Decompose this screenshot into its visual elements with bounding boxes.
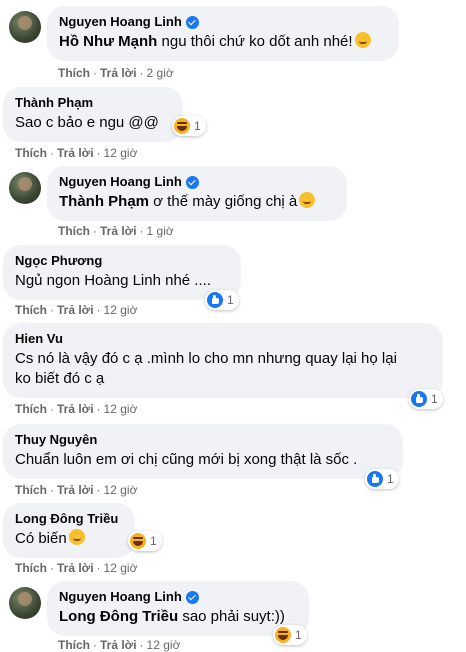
reply-link[interactable]: Trả lời [57,146,94,160]
comment-actions: Thích · Trả lời · 12 giờ [15,483,138,497]
like-link[interactable]: Thích [58,224,90,238]
reply-link[interactable]: Trả lời [100,638,137,652]
comment-bubble: Nguyen Hoang Linh Long Đông Triều sao ph… [47,581,309,636]
comment-text: Cs nó là vậy đó c ạ .mình lo cho mn nhưn… [15,350,397,367]
like-link[interactable]: Thích [15,146,47,160]
comment-text: Long Đông Triều sao phải suyt:)) [59,608,285,625]
comment-author[interactable]: Ngọc Phương [15,253,229,269]
like-link[interactable]: Thích [15,483,47,497]
comment-actions: Thích · Trả lời · 12 giờ [15,561,138,575]
comment-text: Chuẩn luôn em ơi chị cũng mới bị xong th… [15,451,358,468]
haha-reaction-icon [275,627,291,643]
comment-text: Ngủ ngon Hoàng Linh nhé .... [15,272,211,289]
comment-text: Hồ Như Mạnh ngu thôi chứ ko dốt anh nhé! [59,32,387,52]
mention-link[interactable]: Hồ Như Mạnh [59,33,157,50]
like-reaction-icon [411,391,427,407]
timestamp[interactable]: 12 giờ [104,483,138,497]
comment-actions: Thích · Trả lời · 2 giờ [58,66,174,80]
comment-bubble: Ngọc Phương Ngủ ngon Hoàng Linh nhé .... [3,245,241,300]
like-link[interactable]: Thích [15,561,47,575]
timestamp[interactable]: 2 giờ [147,66,174,80]
timestamp[interactable]: 12 giờ [104,303,138,317]
timestamp[interactable]: 12 giờ [147,638,181,652]
reply-link[interactable]: Trả lời [100,224,137,238]
timestamp[interactable]: 12 giờ [104,402,138,416]
mention-link[interactable]: Long Đông Triều [59,608,178,625]
comment-bubble: Thuy Nguyên Chuẩn luôn em ơi chị cũng mớ… [3,424,403,479]
comment-author[interactable]: Long Đông Triều [15,511,123,527]
comment-actions: Thích · Trả lời · 12 giờ [15,146,138,160]
like-link[interactable]: Thích [58,66,90,80]
laughing-face-icon [299,192,316,208]
like-reaction-icon [367,471,383,487]
reply-link[interactable]: Trả lời [57,483,94,497]
astonished-face-icon [68,529,85,545]
avatar[interactable] [9,587,41,619]
verified-badge-icon [185,15,199,29]
comment-actions: Thích · Trả lời · 12 giờ [15,402,138,416]
avatar[interactable] [9,11,41,43]
timestamp[interactable]: 12 giờ [104,146,138,160]
comment-text: Thành Phạm ơ thế mày giống chị à [59,192,335,212]
comment-actions: Thích · Trả lời · 12 giờ [58,638,181,652]
like-reaction-icon [207,292,223,308]
reply-link[interactable]: Trả lời [100,66,137,80]
comment-author[interactable]: Nguyen Hoang Linh [59,174,335,190]
reaction-summary[interactable]: 1 [205,290,239,310]
comment-author[interactable]: Thành Phạm [15,95,171,111]
comment-actions: Thích · Trả lời · 12 giờ [15,303,138,317]
comment-text: Có biến [15,529,123,549]
comment-bubble: Nguyen Hoang Linh Thành Phạm ơ thế mày g… [47,166,347,221]
comment-author[interactable]: Thuy Nguyên [15,432,391,448]
like-link[interactable]: Thích [15,303,47,317]
comment-actions: Thích · Trả lời · 1 giờ [58,224,174,238]
timestamp[interactable]: 12 giờ [104,561,138,575]
verified-badge-icon [185,175,199,189]
reply-link[interactable]: Trả lời [57,561,94,575]
reaction-summary[interactable]: 1 [365,469,399,489]
comment-author[interactable]: Nguyen Hoang Linh [59,589,297,605]
comment-text: Sao c bảo e ngu @@ [15,114,159,131]
reaction-summary[interactable]: 1 [409,389,443,409]
verified-badge-icon [185,590,199,604]
grinning-face-icon [354,32,371,48]
comment-bubble: Hien Vu Cs nó là vậy đó c ạ .mình lo cho… [3,323,443,398]
comment-text: ko biết đó c ạ [15,370,105,387]
reaction-summary[interactable]: 1 [273,625,307,645]
comment-author[interactable]: Nguyen Hoang Linh [59,14,387,30]
reaction-summary[interactable]: 1 [172,116,206,136]
reply-link[interactable]: Trả lời [57,303,94,317]
timestamp[interactable]: 1 giờ [147,224,174,238]
like-link[interactable]: Thích [15,402,47,416]
like-link[interactable]: Thích [58,638,90,652]
mention-link[interactable]: Thành Phạm [59,193,149,210]
comment-author[interactable]: Hien Vu [15,331,431,347]
reply-link[interactable]: Trả lời [57,402,94,416]
reaction-summary[interactable]: 1 [128,531,162,551]
haha-reaction-icon [174,118,190,134]
avatar[interactable] [9,172,41,204]
comment-bubble: Thành Phạm Sao c bảo e ngu @@ [3,87,183,142]
comment-bubble: Long Đông Triều Có biến [3,503,135,558]
haha-reaction-icon [130,533,146,549]
comment-bubble: Nguyen Hoang Linh Hồ Như Mạnh ngu thôi c… [47,6,399,61]
